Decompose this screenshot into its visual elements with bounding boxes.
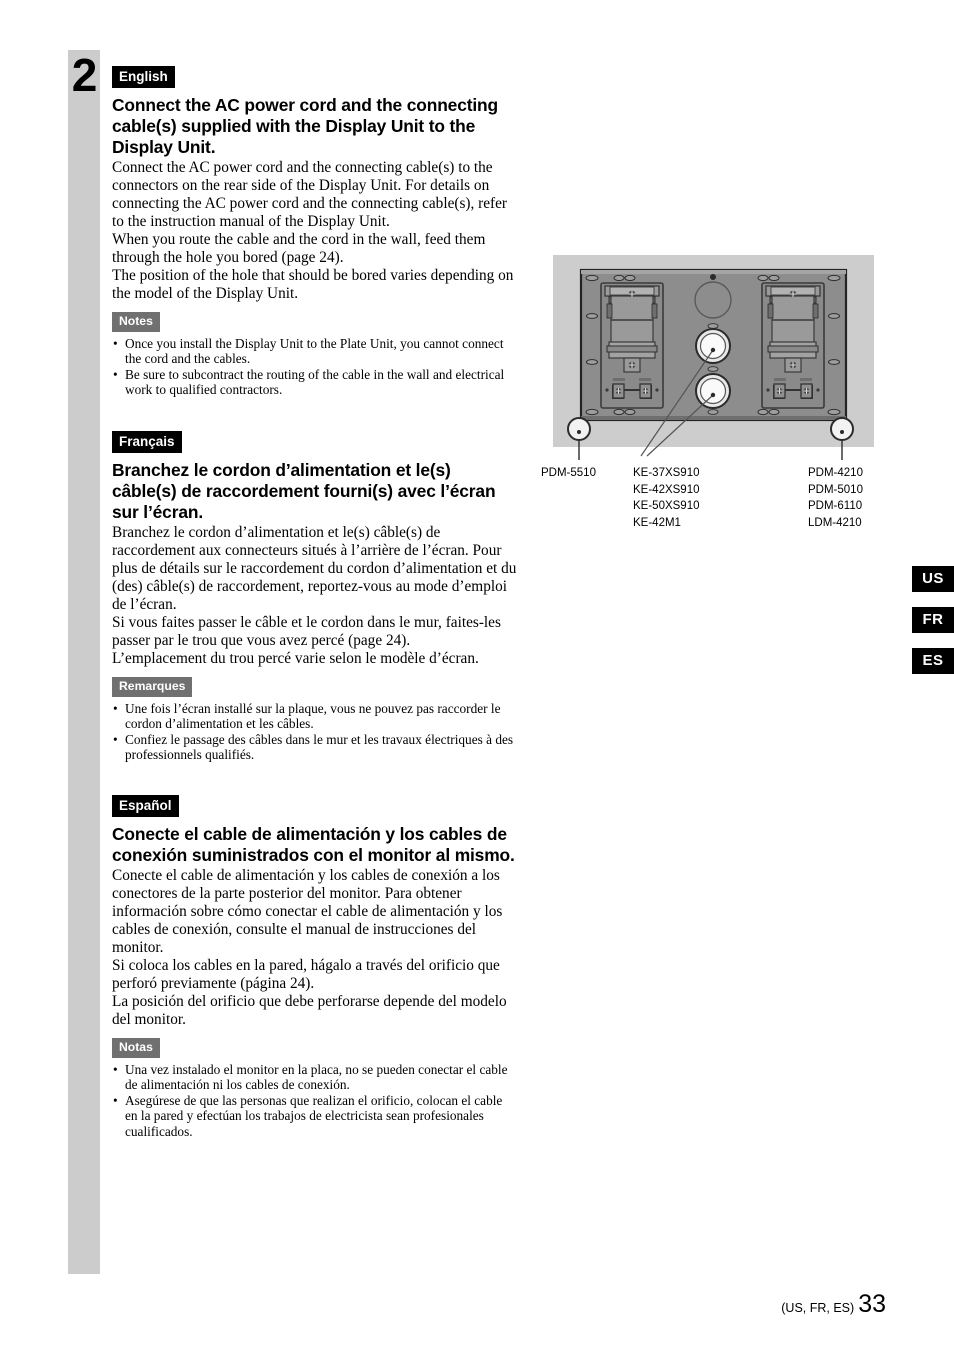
cable-hole-lower: [695, 373, 731, 409]
screw-icon: [803, 388, 810, 394]
plate-unit-svg: [553, 255, 874, 460]
language-tag-spanish: Español: [112, 795, 179, 817]
notes-list-french: Une fois l’écran installé sur la plaque,…: [112, 701, 518, 763]
paragraph-spanish-2: Si coloca los cables en la pared, hágalo…: [112, 956, 500, 992]
notes-list-spanish: Una vez instalado el monitor en la placa…: [112, 1062, 518, 1140]
page-number: 33: [858, 1290, 886, 1318]
note-item: Confiez le passage des câbles dans le mu…: [112, 732, 518, 763]
index-tab-fr[interactable]: FR: [912, 607, 954, 633]
headline-french: Branchez le cordon d’alimentation et le(…: [112, 459, 496, 522]
screw-icon: [642, 388, 649, 394]
screw-icon: [789, 361, 797, 369]
headline-english: Connect the AC power cord and the connec…: [112, 94, 498, 157]
language-tag-english: English: [112, 66, 175, 88]
notes-tag-spanish: Notas: [112, 1037, 160, 1058]
paragraph-spanish-3: La posición del orificio que debe perfor…: [112, 992, 507, 1028]
screw-icon: [776, 388, 783, 394]
paragraph-french-1: Branchez le cordon d’alimentation et le(…: [112, 523, 517, 613]
cable-hole-upper: [695, 328, 731, 364]
section-french: Français Branchez le cordon d’alimentati…: [112, 431, 518, 763]
section-spanish: Español Conecte el cable de alimentación…: [112, 795, 518, 1140]
section-english: English Connect the AC power cord and th…: [112, 66, 518, 398]
language-tag-french: Français: [112, 431, 182, 453]
note-item: Once you install the Display Unit to the…: [112, 336, 518, 367]
screw-icon: [628, 361, 636, 369]
paragraph-english-2: When you route the cable and the cord in…: [112, 230, 486, 266]
language-index-tabs: US FR ES: [912, 566, 954, 689]
note-item: Asegúrese de que las personas que realiz…: [112, 1093, 518, 1140]
callout-label-right: PDM-4210 PDM-5010 PDM-6110 LDM-4210: [808, 467, 863, 529]
footer-language-note: (US, FR, ES): [781, 1301, 855, 1315]
screw-icon: [628, 290, 636, 298]
notes-tag-french: Remarques: [112, 676, 193, 697]
step-accent-bar: [68, 50, 100, 1274]
left-bracket-assembly: [600, 282, 664, 409]
index-tab-us[interactable]: US: [912, 566, 954, 592]
paragraph-french-2: Si vous faites passer le câble et le cor…: [112, 613, 501, 649]
plate-unit-diagram: PDM-5510 KE-37XS910 KE-42XS910 KE-50XS91…: [531, 250, 931, 540]
callout-label-middle: KE-37XS910 KE-42XS910 KE-50XS910 KE-42M1: [633, 467, 700, 529]
notes-list-english: Once you install the Display Unit to the…: [112, 336, 518, 398]
screw-icon: [615, 388, 622, 394]
note-item: Une fois l’écran installé sur la plaque,…: [112, 701, 518, 732]
step-number: 2: [71, 49, 98, 101]
right-bracket-assembly: [761, 282, 825, 409]
screw-icon: [789, 290, 797, 298]
callout-label-left: PDM-5510: [541, 467, 596, 479]
notes-tag-english: Notes: [112, 311, 160, 332]
page-footer: (US, FR, ES) 33: [781, 1290, 886, 1319]
note-item: Be sure to subcontract the routing of th…: [112, 367, 518, 398]
paragraph-english-3: The position of the hole that should be …: [112, 266, 514, 302]
index-tab-es[interactable]: ES: [912, 648, 954, 674]
paragraph-english-1: Connect the AC power cord and the connec…: [112, 158, 508, 230]
headline-spanish: Conecte el cable de alimentación y los c…: [112, 823, 515, 865]
note-item: Una vez instalado el monitor en la placa…: [112, 1062, 518, 1093]
paragraph-spanish-1: Conecte el cable de alimentación y los c…: [112, 866, 503, 956]
paragraph-french-3: L’emplacement du trou percé varie selon …: [112, 649, 479, 667]
